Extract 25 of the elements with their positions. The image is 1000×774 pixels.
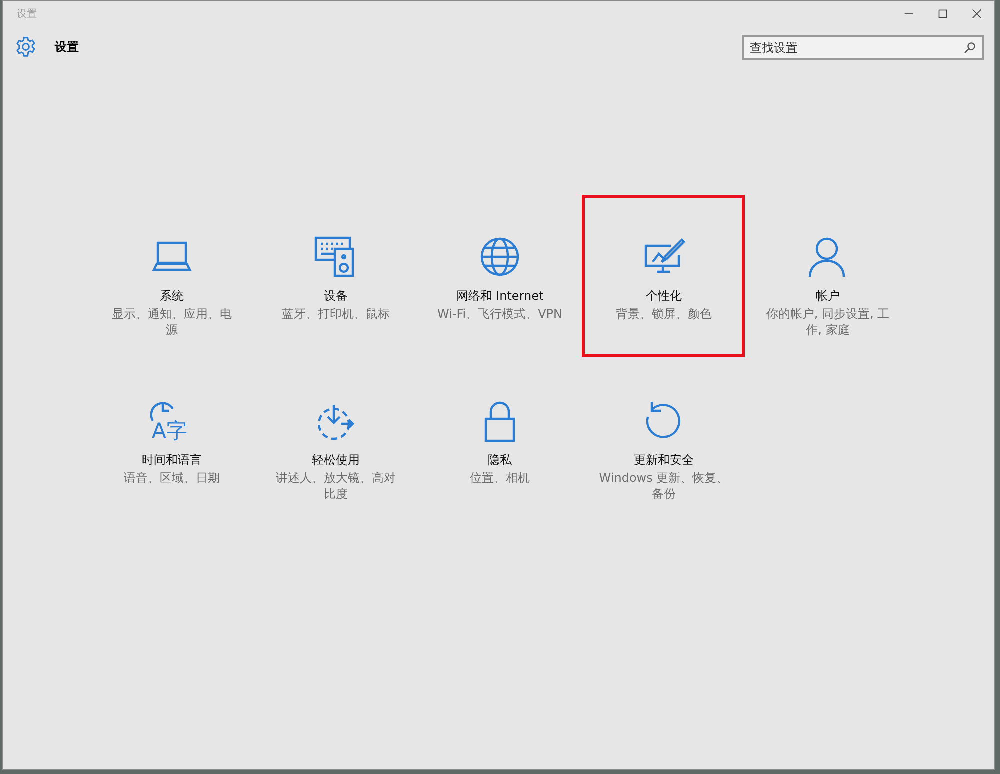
tile-description: 你的帐户, 同步设置, 工作, 家庭 (765, 306, 891, 338)
tile-description: 显示、通知、应用、电源 (111, 306, 233, 338)
tile-title[interactable]: 隐私 (488, 451, 512, 469)
tile-title[interactable]: 帐户 (816, 287, 840, 305)
tile-title[interactable]: 更新和安全 (634, 451, 694, 469)
search-icon (964, 42, 976, 54)
search-field[interactable]: 查找设置 (742, 35, 984, 60)
tile-description: 位置、相机 (469, 470, 531, 486)
tile-description: 背景、锁屏、颜色 (615, 306, 713, 322)
tile-description: Windows 更新、恢复、备份 (599, 470, 729, 502)
header-title: 设置 (55, 39, 79, 56)
tile-description: Wi-Fi、飞行模式、VPN (436, 306, 564, 322)
tile-title[interactable]: 轻松使用 (312, 451, 360, 469)
tile-description: 讲述人、放大镜、高对比度 (275, 470, 397, 502)
gear-icon (15, 36, 37, 58)
tile-title[interactable]: 设备 (324, 287, 348, 305)
tile-title[interactable]: 系统 (160, 287, 184, 305)
tile-title[interactable]: 时间和语言 (142, 451, 202, 469)
tile-title[interactable]: 个性化 (646, 287, 682, 305)
close-icon (972, 9, 982, 19)
maximize-icon (938, 9, 948, 19)
tile-title[interactable]: 网络和 Internet (456, 287, 544, 305)
tile-description: 蓝牙、打印机、鼠标 (281, 306, 391, 322)
window-title: 设置 (17, 8, 37, 22)
tile-description: 语音、区域、日期 (123, 470, 221, 486)
